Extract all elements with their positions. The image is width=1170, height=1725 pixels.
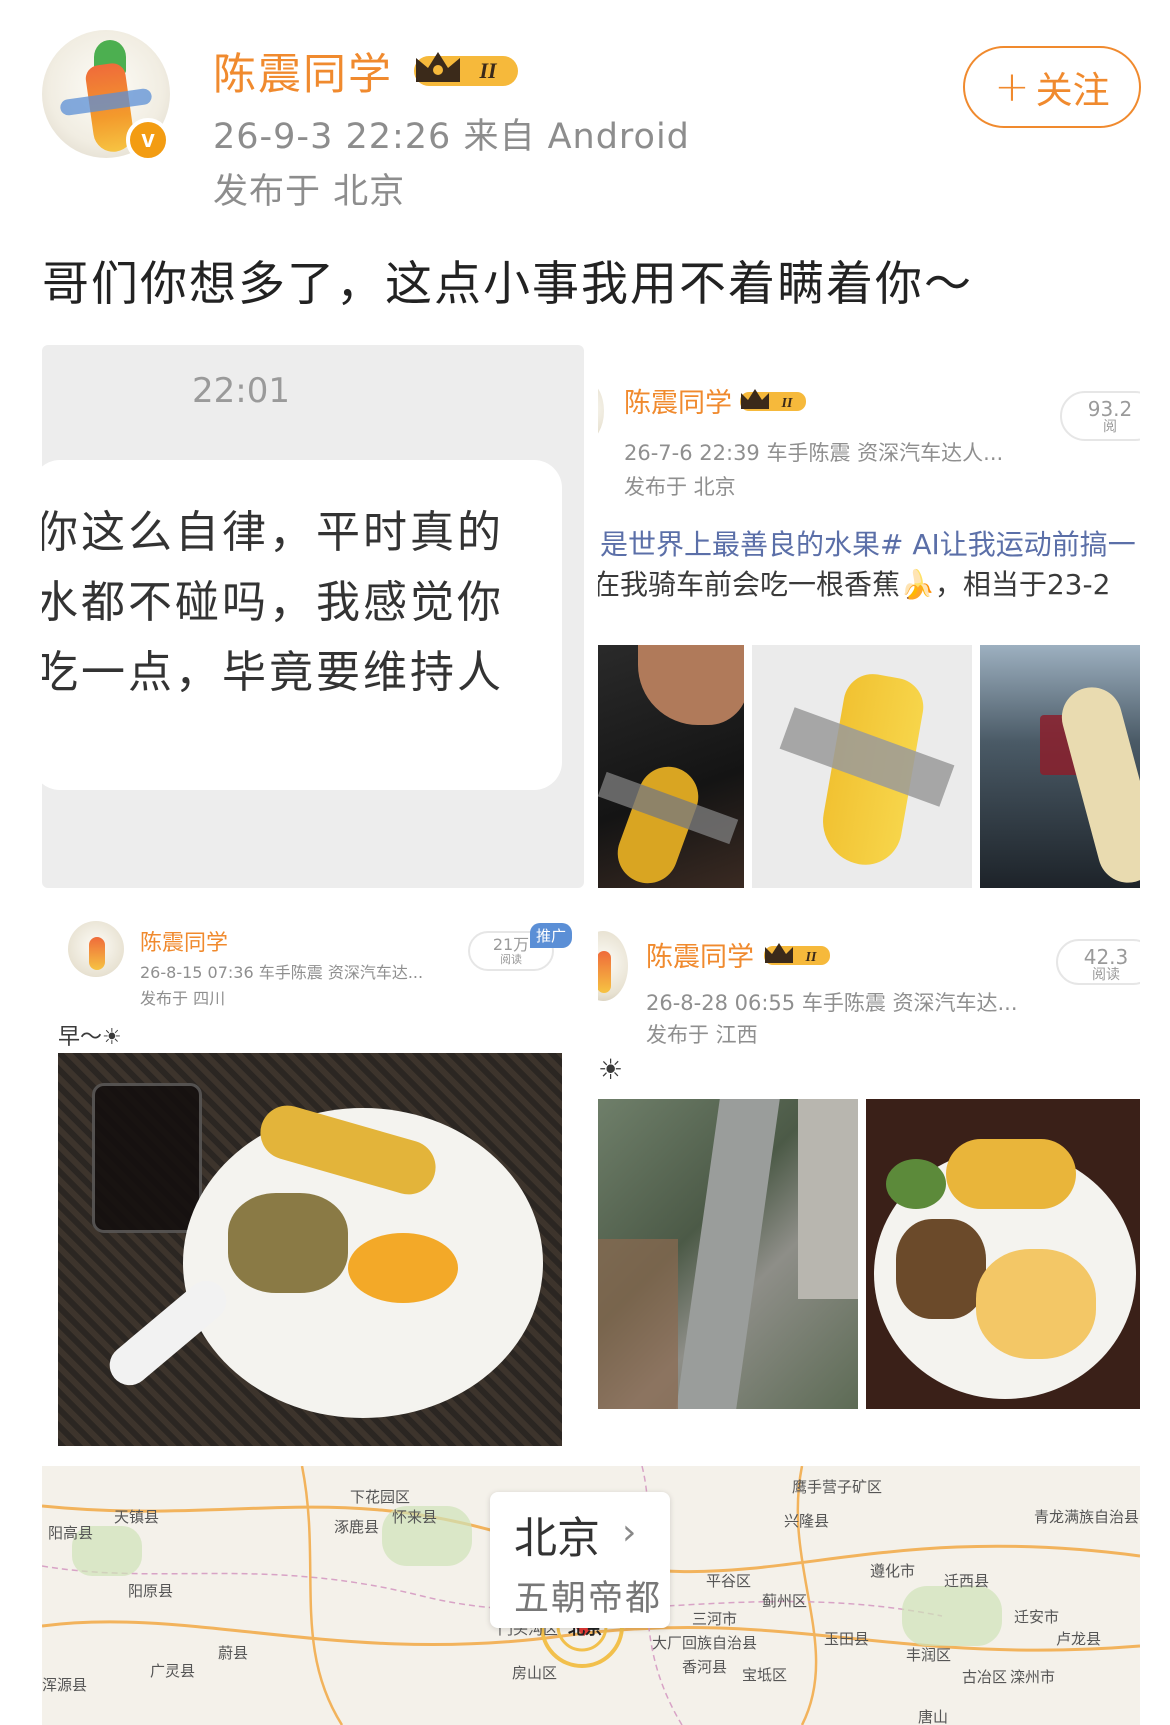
map-city: 北京 xyxy=(514,1514,600,1564)
map-place: 古冶区 xyxy=(962,1668,1008,1686)
map-place: 蔚县 xyxy=(218,1644,249,1662)
mini-text: 早～☀ xyxy=(58,1025,122,1050)
mini-author-name: 陈震同学 xyxy=(624,388,732,419)
mini-reads-label: 阅 xyxy=(1103,419,1117,435)
map-place: 丰润区 xyxy=(906,1646,952,1664)
chat-line: 水都不碰吗，我感觉你 xyxy=(42,577,504,628)
map-place: 卢龙县 xyxy=(1056,1630,1102,1648)
map-location-card[interactable]: 北京 › 五朝帝都 xyxy=(490,1492,670,1628)
image-chat-screenshot[interactable]: 22:01 你这么自律，平时真的 水都不碰吗，我感觉你 吃一点，毕竟要维持人 xyxy=(42,345,584,888)
image-post-breakfast[interactable]: 陈震同学 26-8-15 07:36 车手陈震 资深汽车达... 发布于 四川 … xyxy=(42,903,584,1446)
chat-line: 吃一点，毕竟要维持人 xyxy=(42,647,504,698)
map-place: 迁西县 xyxy=(944,1572,990,1590)
photo-breakfast-plate-2 xyxy=(866,1099,1140,1409)
mini-reads: 93.2 阅 xyxy=(1060,391,1140,441)
map-place: 鹰手营子矿区 xyxy=(792,1478,883,1496)
map-place: 涿鹿县 xyxy=(334,1518,380,1536)
mini-avatar xyxy=(68,921,124,977)
vip-crown-icon: II xyxy=(414,52,518,86)
photo-city-aerial xyxy=(598,1099,858,1409)
mini-crown-icon: II xyxy=(764,943,830,965)
photo-banana-phone xyxy=(598,645,744,888)
chat-time: 22:01 xyxy=(192,371,290,411)
follow-button[interactable]: + 关注 xyxy=(963,46,1141,128)
vip-level: II xyxy=(478,58,498,83)
author-name[interactable]: 陈震同学 xyxy=(213,40,393,102)
svg-text:II: II xyxy=(781,396,793,411)
follow-label: 关注 xyxy=(1035,69,1110,112)
map-place: 大厂回族自治县 xyxy=(652,1634,758,1652)
mini-meta: 26-7-6 22:39 车手陈震 资深汽车达人... xyxy=(624,441,1004,465)
mini-reads-count: 42.3 xyxy=(1083,945,1129,969)
photo-banana-drink xyxy=(980,645,1140,888)
chat-bubble: 你这么自律，平时真的 水都不碰吗，我感觉你 吃一点，毕竟要维持人 xyxy=(42,460,562,790)
mini-reads: 42.3 阅读 xyxy=(1056,939,1140,985)
mini-reads-count: 93.2 xyxy=(1087,397,1133,421)
mini-text: 是世界上最善良的水果# AI让我运动前搞一 xyxy=(600,528,1136,561)
mini-text: ☀ xyxy=(598,1053,624,1086)
map-subtitle: 五朝帝都 xyxy=(514,1579,663,1619)
mini-text: 在我骑车前会吃一根香蕉🍌，相当于23-2 xyxy=(598,568,1111,601)
mini-meta: 26-8-15 07:36 车手陈震 资深汽车达... xyxy=(140,963,424,982)
post-text: 哥们你想多了，这点小事我用不着瞒着你～ xyxy=(42,257,973,312)
post-time-source: 26-9-3 22:26 来自 Android xyxy=(213,117,690,157)
map-place: 兴隆县 xyxy=(784,1512,830,1530)
chevron-right-icon: › xyxy=(622,1512,637,1553)
map-place: 遵化市 xyxy=(870,1562,916,1580)
map-place: 香河县 xyxy=(682,1658,728,1676)
map-place: 平谷区 xyxy=(706,1572,752,1590)
mini-crown-icon: II xyxy=(740,389,806,411)
map-place: 青龙满族自治县 xyxy=(1034,1508,1140,1526)
promo-badge: 推广 xyxy=(530,923,573,948)
mini-author-name: 陈震同学 xyxy=(140,931,229,956)
mini-location: 发布于 江西 xyxy=(646,1023,758,1047)
map-place: 宝坻区 xyxy=(742,1666,788,1684)
map-place: 唐山 xyxy=(918,1708,949,1725)
map-place: 下花园区 xyxy=(350,1488,411,1506)
photo-banana-tape xyxy=(752,645,972,888)
map-place: 阳原县 xyxy=(128,1582,174,1600)
map-place: 三河市 xyxy=(692,1610,738,1628)
map-place: 广灵县 xyxy=(150,1662,196,1680)
map-place: 滦州市 xyxy=(1010,1668,1056,1686)
map-place: 蓟州区 xyxy=(762,1592,808,1610)
map-place: 浑源县 xyxy=(42,1676,88,1694)
mini-reads-label: 阅读 xyxy=(500,952,522,966)
chat-line: 你这么自律，平时真的 xyxy=(42,507,504,558)
post-location: 发布于 北京 xyxy=(213,172,406,212)
map-place: 迁安市 xyxy=(1014,1608,1060,1626)
location-map[interactable]: 阳高县 天镇县 下花园区 怀来县 涿鹿县 阳原县 蔚县 广灵县 浑源县 门头沟区… xyxy=(42,1466,1140,1725)
map-place: 玉田县 xyxy=(824,1630,870,1648)
photo-breakfast-plate xyxy=(58,1053,562,1446)
map-place: 天镇县 xyxy=(114,1508,160,1526)
image-post-banana[interactable]: 陈震同学 II 26-7-6 22:39 车手陈震 资深汽车达人... 发布于 … xyxy=(598,345,1140,888)
mini-meta: 26-8-28 06:55 车手陈震 资深汽车达... xyxy=(646,991,1018,1015)
image-post-city-breakfast[interactable]: 陈震同学 II 26-8-28 06:55 车手陈震 资深汽车达... 发布于 … xyxy=(598,903,1140,1446)
verified-icon: v xyxy=(126,118,170,162)
mini-reads-label: 阅读 xyxy=(1092,967,1120,983)
map-place: 怀来县 xyxy=(392,1508,438,1526)
mini-avatar xyxy=(598,931,628,1001)
mini-author-name: 陈震同学 xyxy=(646,942,754,973)
map-place: 房山区 xyxy=(512,1664,558,1682)
mini-avatar xyxy=(598,381,604,441)
mini-location: 发布于 四川 xyxy=(140,989,226,1008)
plus-icon: + xyxy=(994,62,1030,111)
mini-location: 发布于 北京 xyxy=(624,475,736,499)
map-place: 阳高县 xyxy=(48,1524,94,1542)
svg-text:II: II xyxy=(805,950,817,965)
